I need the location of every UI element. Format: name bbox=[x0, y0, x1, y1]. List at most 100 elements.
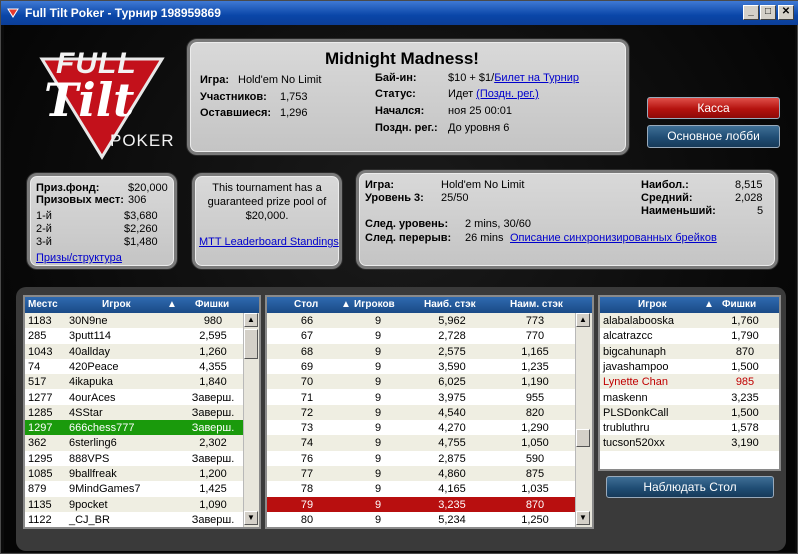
sync-breaks-link[interactable]: Описание синхронизированных брейков bbox=[510, 232, 717, 244]
player-cell: 9ballfreak bbox=[69, 468, 117, 480]
max-stack-label: Наибол.: bbox=[641, 179, 689, 191]
table-row[interactable]: 76 9 2,875 590 bbox=[267, 450, 575, 466]
seated-player-row[interactable]: bigcahunaph 870 bbox=[600, 343, 779, 359]
table-cell: 78 bbox=[300, 483, 314, 496]
col-chips[interactable]: Фишки bbox=[722, 299, 756, 310]
scroll-thumb[interactable] bbox=[244, 329, 258, 359]
col-min-stack[interactable]: Наим. стэк bbox=[510, 299, 563, 310]
min-stack-cell: 1,165 bbox=[521, 345, 549, 358]
seated-player-row[interactable]: PLSDonkCall 1,500 bbox=[600, 404, 779, 421]
col-player[interactable]: Игрок bbox=[102, 299, 131, 310]
scroll-down-icon[interactable]: ▼ bbox=[244, 511, 258, 525]
table-row[interactable]: 74 9 4,755 1,050 bbox=[267, 435, 575, 451]
place-cell: 1043 bbox=[28, 345, 53, 358]
minimize-button[interactable]: _ bbox=[743, 5, 759, 20]
table-row[interactable]: 73 9 4,270 1,290 bbox=[267, 420, 575, 436]
player-cell: alabalabooska bbox=[603, 315, 674, 327]
seated-player-row[interactable]: trubluthru 1,578 bbox=[600, 420, 779, 436]
col-table[interactable]: Стол bbox=[294, 299, 318, 310]
tables-header: Стол ▲ Игроков Наиб. стэк Наим. стэк bbox=[267, 297, 592, 313]
min-stack-value: 5 bbox=[757, 205, 764, 217]
scroll-down-icon[interactable]: ▼ bbox=[576, 511, 590, 525]
table-cell: 69 bbox=[300, 360, 314, 373]
table-row[interactable]: 77 9 4,860 875 bbox=[267, 466, 575, 482]
scroll-up-icon[interactable]: ▲ bbox=[244, 313, 258, 327]
table-row[interactable]: 79 9 3,235 870 bbox=[267, 496, 575, 512]
table-players-list[interactable]: Игрок ▲ Фишки alabalabooska 1,760 alcatraz… bbox=[598, 295, 781, 471]
table-row[interactable]: 70 9 6,025 1,190 bbox=[267, 374, 575, 390]
table-row[interactable]: 72 9 4,540 820 bbox=[267, 404, 575, 421]
app-icon bbox=[7, 8, 19, 18]
place-cell: 1085 bbox=[28, 468, 53, 480]
table-cell: 68 bbox=[300, 345, 314, 358]
players-list[interactable]: Местс Игрок ▲ Фишки 1183 30N9ne 980 285 3put… bbox=[23, 295, 261, 529]
player-row[interactable]: 362 6sterling6 2,302 bbox=[25, 435, 243, 451]
min-stack-cell: 820 bbox=[525, 406, 545, 419]
guarantee-text-3: $20,000. bbox=[245, 210, 289, 222]
place-cell: 362 bbox=[28, 437, 47, 450]
table-row[interactable]: 69 9 3,590 1,235 bbox=[267, 358, 575, 375]
tables-scrollbar[interactable]: ▲ ▼ bbox=[575, 313, 592, 527]
seated-player-row[interactable]: maskenn 3,235 bbox=[600, 389, 779, 405]
min-stack-cell: 1,190 bbox=[521, 376, 549, 389]
player-row[interactable]: 1183 30N9ne 980 bbox=[25, 313, 243, 329]
player-row[interactable]: 1295 888VPS Заверш. bbox=[25, 450, 243, 466]
player-row[interactable]: 285 3putt114 2,595 bbox=[25, 328, 243, 344]
cashier-button[interactable]: Касса bbox=[647, 97, 780, 119]
place-cell: 1183 bbox=[28, 315, 52, 327]
table-cell: 67 bbox=[300, 330, 314, 343]
col-player[interactable]: Игрок bbox=[638, 299, 667, 310]
prize-1-label: 1-й bbox=[36, 210, 52, 222]
player-row[interactable]: 1122 _CJ_BR Заверш. bbox=[25, 511, 243, 528]
player-row[interactable]: 1043 40allday 1,260 bbox=[25, 343, 243, 359]
players-count-cell: 9 bbox=[374, 330, 382, 343]
buyin-ticket-link[interactable]: Билет на Турнир bbox=[494, 72, 579, 84]
max-stack-cell: 4,270 bbox=[438, 422, 466, 435]
table-row[interactable]: 71 9 3,975 955 bbox=[267, 389, 575, 405]
player-row[interactable]: 74 420Peace 4,355 bbox=[25, 358, 243, 375]
maximize-button[interactable]: □ bbox=[760, 5, 776, 20]
col-players[interactable]: Игроков bbox=[354, 299, 395, 310]
table-row[interactable]: 68 9 2,575 1,165 bbox=[267, 343, 575, 359]
seated-player-row[interactable]: tucson520xx 3,190 bbox=[600, 435, 779, 451]
status-info: Идет (Поздн. рег.) bbox=[448, 88, 539, 100]
player-row[interactable]: 1135 9pocket 1,090 bbox=[25, 496, 243, 512]
player-row[interactable]: 879 9MindGames7 1,425 bbox=[25, 481, 243, 497]
min-stack-cell: 1,035 bbox=[521, 483, 549, 496]
player-row[interactable]: 1285 4SStar Заверш. bbox=[25, 404, 243, 421]
player-row[interactable]: 517 4ikapuka 1,840 bbox=[25, 374, 243, 390]
table-row[interactable]: 80 9 5,234 1,250 bbox=[267, 511, 575, 528]
min-stack-cell: 1,050 bbox=[521, 437, 549, 450]
prizes-structure-link[interactable]: Призы/структура bbox=[36, 252, 122, 264]
seated-player-row[interactable]: alabalabooska 1,760 bbox=[600, 313, 779, 329]
seated-player-row[interactable]: alcatrazcc 1,790 bbox=[600, 328, 779, 344]
tables-list[interactable]: Стол ▲ Игроков Наиб. стэк Наим. стэк 66 9… bbox=[265, 295, 594, 529]
player-row[interactable]: 1277 4ourAces Заверш. bbox=[25, 389, 243, 405]
player-cell: 30N9ne bbox=[69, 315, 108, 327]
col-place[interactable]: Местс bbox=[28, 299, 58, 310]
player-cell: trubluthru bbox=[603, 422, 650, 435]
title-bar[interactable]: Full Tilt Poker - Турнир 198959869 _ □ ✕ bbox=[1, 1, 798, 25]
chips-cell: 1,840 bbox=[199, 376, 227, 389]
close-button[interactable]: ✕ bbox=[778, 5, 794, 20]
player-row[interactable]: 1085 9ballfreak 1,200 bbox=[25, 466, 243, 482]
scroll-up-icon[interactable]: ▲ bbox=[576, 313, 590, 327]
watch-table-button[interactable]: Наблюдать Стол bbox=[606, 476, 774, 498]
table-cell: 80 bbox=[300, 513, 314, 526]
scroll-thumb[interactable] bbox=[576, 429, 590, 447]
late-reg-link[interactable]: (Поздн. рег.) bbox=[476, 88, 539, 100]
col-chips[interactable]: Фишки bbox=[195, 299, 229, 310]
leaderboard-link[interactable]: MTT Leaderboard Standings bbox=[199, 236, 339, 248]
table-row[interactable]: 67 9 2,728 770 bbox=[267, 328, 575, 344]
place-cell: 1295 bbox=[28, 452, 53, 465]
players-scrollbar[interactable]: ▲ ▼ bbox=[243, 313, 259, 527]
player-row[interactable]: 1297 666chess777 Заверш. bbox=[25, 420, 243, 436]
seated-player-row[interactable]: javashampoo 1,500 bbox=[600, 358, 779, 375]
table-row[interactable]: 78 9 4,165 1,035 bbox=[267, 481, 575, 497]
main-lobby-button[interactable]: Основное лобби bbox=[647, 125, 780, 148]
col-max-stack[interactable]: Наиб. стэк bbox=[424, 299, 476, 310]
place-cell: 517 bbox=[28, 376, 47, 389]
seated-player-row[interactable]: Lynette Chan 985 bbox=[600, 374, 779, 390]
table-row[interactable]: 66 9 5,962 773 bbox=[267, 313, 575, 329]
chips-cell: 1,425 bbox=[199, 483, 227, 496]
